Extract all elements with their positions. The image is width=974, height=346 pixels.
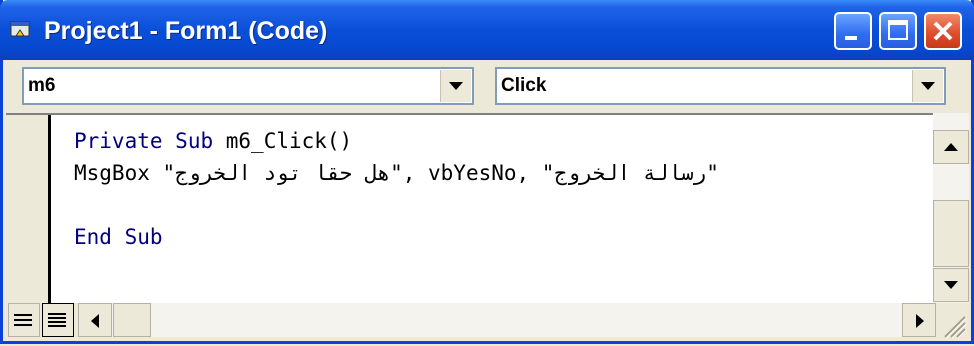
full-module-view-icon	[48, 313, 66, 327]
code-text-run: m6_Click()	[225, 129, 353, 153]
object-combo-dropdown-button[interactable]	[440, 70, 471, 102]
procedure-view-button[interactable]	[8, 303, 40, 337]
bottom-bar	[6, 303, 969, 341]
close-button[interactable]	[924, 12, 962, 50]
procedure-combo-dropdown-button[interactable]	[912, 70, 943, 102]
full-module-view-button[interactable]	[42, 303, 74, 337]
code-text[interactable]: Private Sub m6_Click() MsgBox "هل حقا تود…	[74, 125, 719, 253]
close-icon	[933, 21, 953, 41]
code-window: Project1 - Form1 (Code) m6 Click Private…	[0, 0, 974, 344]
title-bar[interactable]: Project1 - Form1 (Code)	[0, 0, 974, 60]
code-line-1: Private Sub m6_Click()	[74, 125, 719, 157]
resize-grip[interactable]	[935, 307, 969, 341]
scroll-left-button[interactable]	[78, 303, 112, 337]
scroll-left-icon	[91, 314, 99, 328]
scroll-down-button[interactable]	[933, 268, 969, 302]
dropdown-arrow-icon	[449, 82, 463, 90]
maximize-icon	[888, 20, 908, 40]
keyword: End	[74, 225, 112, 249]
app-icon[interactable]	[10, 20, 32, 40]
resize-grip-icon	[944, 316, 967, 339]
vertical-scrollbar[interactable]	[933, 113, 969, 303]
horizontal-scrollbar[interactable]	[78, 303, 936, 337]
scroll-right-button[interactable]	[902, 303, 936, 337]
dropdown-arrow-icon	[921, 82, 935, 90]
keyword: Sub	[124, 225, 163, 249]
window-title: Project1 - Form1 (Code)	[44, 17, 328, 45]
scroll-right-icon	[916, 314, 924, 328]
code-line-2: MsgBox "هل حقا تود الخروج", vbYesNo, "رس…	[74, 161, 719, 185]
procedure-combo-value: Click	[501, 75, 547, 96]
object-combo[interactable]: m6	[22, 67, 474, 105]
scroll-thumb[interactable]	[933, 200, 969, 267]
scroll-down-icon	[944, 281, 958, 289]
object-combo-value: m6	[28, 75, 56, 96]
keyword: Sub	[175, 129, 214, 153]
margin-indicator-bar[interactable]	[6, 115, 51, 305]
minimize-icon	[845, 36, 857, 40]
procedure-view-icon	[14, 314, 32, 326]
horizontal-scroll-thumb[interactable]	[113, 303, 151, 337]
code-line-3: End Sub	[74, 221, 719, 253]
keyword: Private	[74, 129, 163, 153]
procedure-combo[interactable]: Click	[495, 67, 946, 105]
minimize-button[interactable]	[834, 12, 872, 50]
maximize-button[interactable]	[879, 12, 917, 50]
scroll-up-button[interactable]	[933, 130, 969, 164]
scroll-up-icon	[944, 143, 958, 151]
code-editor[interactable]: Private Sub m6_Click() MsgBox "هل حقا تود…	[6, 113, 933, 305]
